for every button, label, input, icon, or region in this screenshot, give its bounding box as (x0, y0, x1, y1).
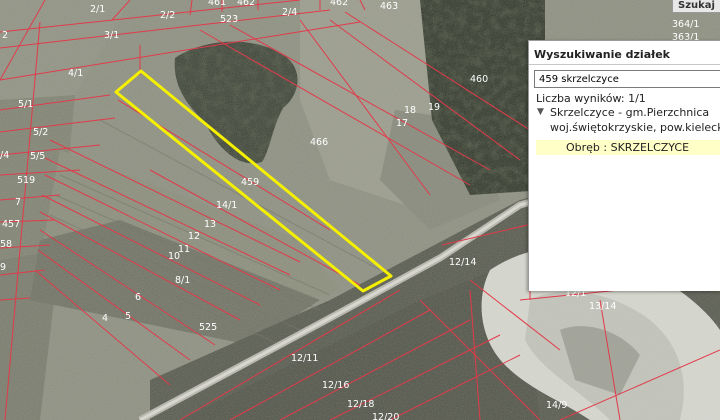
parcel-label: 5/2 (33, 127, 48, 138)
parcel-label: /4 (0, 150, 9, 161)
parcel-label: 5/1 (18, 99, 33, 110)
parcel-label: 12/11 (291, 353, 318, 364)
parcel-label: 523 (220, 14, 238, 25)
parcel-label: 18 (404, 105, 416, 116)
parcel-label: 460 (470, 74, 488, 85)
parcel-label: 2 (2, 30, 8, 41)
panel-divider (529, 64, 720, 65)
parcel-label: 6 (135, 292, 141, 303)
parcel-label: 13 (204, 219, 216, 230)
parcel-label: 19 (428, 102, 440, 113)
result-region: woj.świętokrzyskie, pow.kielecki (550, 121, 720, 134)
parcel-label: 14/1 (216, 200, 237, 211)
parcel-label: 519 (17, 175, 35, 186)
parcel-label: 364/1 (672, 19, 699, 30)
result-count: Liczba wyników: 1/1 (536, 92, 646, 105)
result-obreb-row[interactable]: Obręb : SKRZELCZYCE (536, 140, 720, 155)
parcel-label: 4/1 (68, 68, 83, 79)
parcel-label: 17 (396, 118, 408, 129)
result-location: Skrzelczyce - gm.Pierzchnica (550, 106, 710, 119)
parcel-label: 4 (102, 313, 108, 324)
parcel-label: 12 (188, 231, 200, 242)
parcel-label: 12/18 (347, 399, 374, 410)
parcel-label: 2/4 (282, 7, 297, 18)
parcel-label: 2/1 (90, 4, 105, 15)
parcel-label: 461 (208, 0, 226, 8)
parcel-label: 7 (15, 197, 21, 208)
parcel-label: 459 (241, 177, 259, 188)
parcel-label: 12/16 (322, 380, 349, 391)
parcel-label: 3/1 (104, 30, 119, 41)
parcel-label: 466 (310, 137, 328, 148)
parcel-label: 2/2 (160, 10, 175, 21)
search-tab-label: Szukaj (678, 0, 715, 11)
parcel-search-input[interactable] (534, 70, 720, 88)
parcel-label: 8/1 (175, 275, 190, 286)
panel-title: Wyszukiwanie działek (534, 48, 670, 61)
parcel-label: 457 (2, 219, 20, 230)
parcel-label: 58 (0, 239, 12, 250)
parcel-label: 5 (125, 311, 131, 322)
parcel-search-panel: Wyszukiwanie działek Liczba wyników: 1/1… (528, 40, 720, 291)
result-item[interactable]: ▼ Skrzelczyce - gm.Pierzchnica woj.święt… (529, 106, 720, 140)
parcel-label: 5/5 (30, 151, 45, 162)
search-tab-button[interactable]: Szukaj (672, 0, 720, 13)
parcel-label: 12/20 (372, 412, 399, 420)
parcel-label: 12/14 (449, 257, 476, 268)
parcel-label: 10 (168, 251, 180, 262)
parcel-label: 9 (0, 262, 6, 273)
expand-triangle-icon[interactable]: ▼ (537, 107, 544, 117)
parcel-label: 462 (330, 0, 348, 8)
parcel-label: 13/14 (589, 301, 616, 312)
parcel-label: 525 (199, 322, 217, 333)
parcel-label: 462 (237, 0, 255, 8)
parcel-label: 14/9 (546, 400, 567, 411)
parcel-label: 463 (380, 1, 398, 12)
result-obreb: Obręb : SKRZELCZYCE (566, 141, 690, 154)
